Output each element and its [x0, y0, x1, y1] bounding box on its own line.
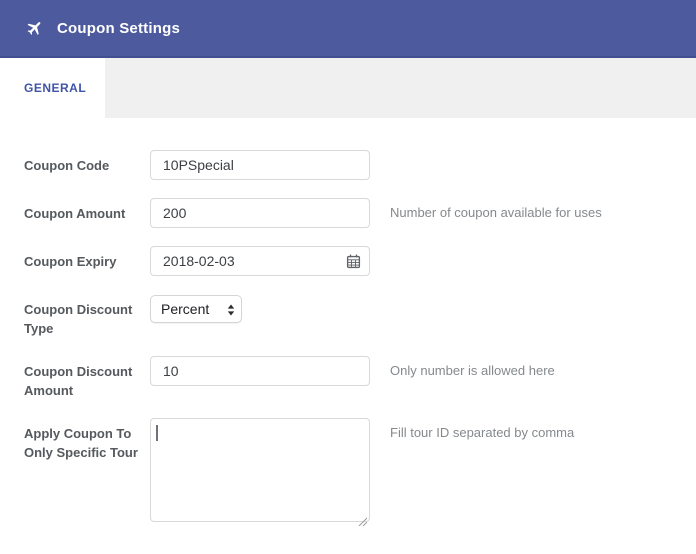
page-title: Coupon Settings	[57, 19, 180, 37]
coupon-discount-amount-help: Only number is allowed here	[390, 363, 555, 378]
coupon-code-label: Coupon Code	[24, 158, 110, 173]
tab-bar: GENERAL	[0, 58, 696, 118]
apply-coupon-tours-label: Apply Coupon To Only Specific Tour	[24, 426, 138, 460]
coupon-settings-form: Coupon Code Coupon Amount Number of coup…	[0, 118, 696, 527]
coupon-amount-input[interactable]	[150, 198, 370, 228]
apply-coupon-tours-textarea[interactable]	[150, 418, 370, 522]
calendar-icon[interactable]	[346, 254, 361, 269]
coupon-discount-type-label: Coupon Discount Type	[24, 302, 133, 336]
form-row-coupon-amount: Coupon Amount Number of coupon available…	[24, 198, 672, 228]
coupon-discount-amount-input[interactable]	[150, 356, 370, 386]
coupon-discount-type-select[interactable]: Percent	[150, 295, 242, 323]
coupon-code-input[interactable]	[150, 150, 370, 180]
coupon-expiry-label: Coupon Expiry	[24, 254, 117, 269]
form-row-coupon-expiry: Coupon Expiry	[24, 246, 672, 276]
coupon-expiry-input[interactable]	[150, 246, 370, 276]
form-row-coupon-discount-type: Coupon Discount Type Percent	[24, 294, 672, 338]
tab-general[interactable]: GENERAL	[0, 58, 105, 118]
form-row-coupon-code: Coupon Code	[24, 150, 672, 180]
airplane-icon	[26, 19, 44, 37]
coupon-amount-help: Number of coupon available for uses	[390, 205, 602, 220]
form-row-coupon-discount-amount: Coupon Discount Amount Only number is al…	[24, 356, 672, 400]
coupon-discount-amount-label: Coupon Discount Amount	[24, 364, 133, 398]
coupon-amount-label: Coupon Amount	[24, 206, 126, 221]
tab-general-label: GENERAL	[24, 81, 87, 95]
header-bar: Coupon Settings	[0, 0, 696, 58]
apply-coupon-tours-help: Fill tour ID separated by comma	[390, 425, 575, 440]
form-row-apply-coupon-tours: Apply Coupon To Only Specific Tour Fill …	[24, 418, 672, 527]
resize-grip-icon[interactable]	[358, 513, 368, 527]
